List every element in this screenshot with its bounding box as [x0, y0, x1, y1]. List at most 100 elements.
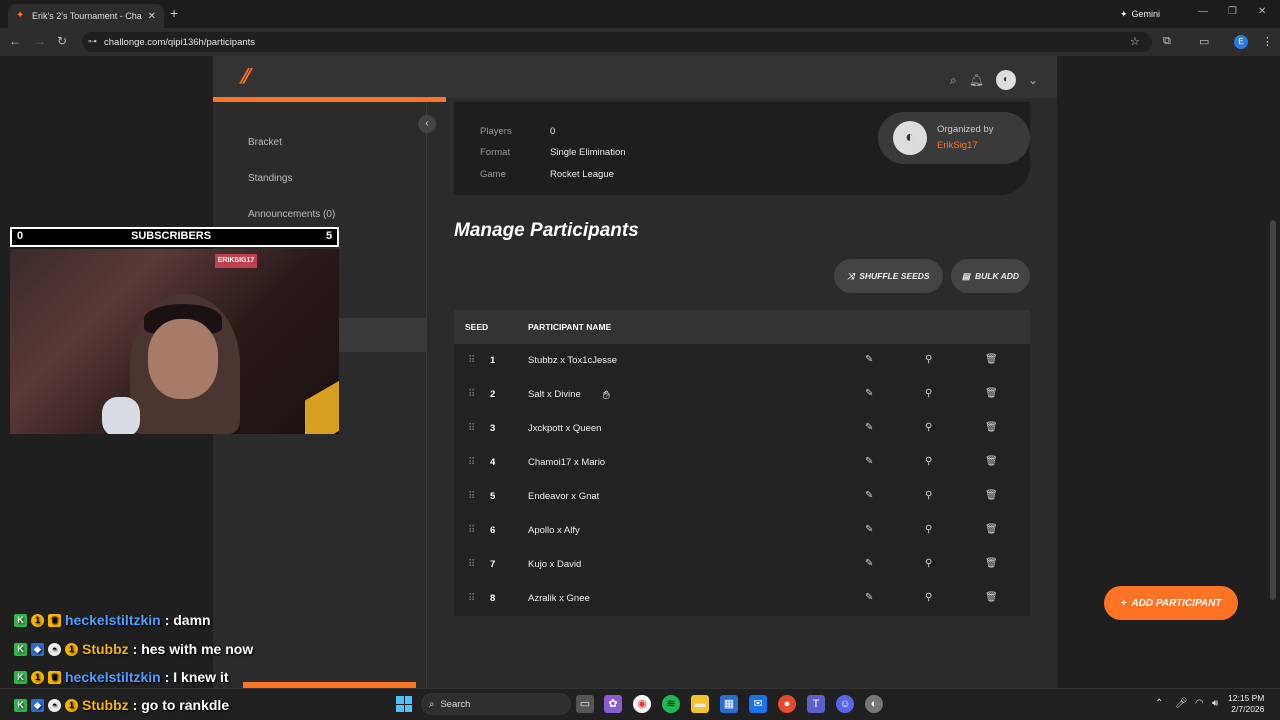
taskbar-search[interactable]: ⌕ Search [421, 693, 571, 715]
reload-icon[interactable]: ↻ [57, 34, 67, 48]
table-row[interactable]: ⠿ 6 Apollo x Alfy ✎ ⚲ 🗑︎ [454, 514, 1030, 548]
url-input[interactable]: challonge.com/qipi136h/participants [82, 32, 1152, 52]
organizer-name-link[interactable]: ErikSig17 [937, 140, 978, 151]
delete-icon[interactable]: 🗑︎ [985, 490, 998, 501]
bookmark-star-icon[interactable]: ☆ [1130, 35, 1140, 48]
wifi-icon[interactable]: ◠ [1195, 698, 1204, 709]
table-row[interactable]: ⠿ 3 Jxckpott x Queen ✎ ⚲ 🗑︎ [454, 412, 1030, 446]
edit-icon[interactable]: ✎ [865, 592, 873, 603]
discord-icon[interactable]: ☺ [836, 695, 854, 713]
user-icon[interactable]: ⚲ [925, 592, 932, 603]
sidebar-item-bracket[interactable]: Bracket [248, 137, 282, 148]
delete-icon[interactable]: 🗑︎ [985, 422, 998, 433]
windows-start-icon[interactable] [396, 696, 412, 712]
profile-avatar[interactable]: E [1234, 35, 1248, 49]
delete-icon[interactable]: 🗑︎ [985, 388, 998, 399]
participant-name: Chamoi17 x Mario [528, 457, 606, 468]
maximize-icon[interactable]: ❐ [1228, 6, 1237, 17]
drag-handle-icon[interactable]: ⠿ [468, 355, 475, 366]
tab-close-icon[interactable]: ✕ [148, 11, 156, 22]
user-icon[interactable]: ⚲ [925, 524, 932, 535]
gemini-button[interactable]: ✦ Gemini [1120, 6, 1160, 22]
delete-icon[interactable]: 🗑︎ [985, 524, 998, 535]
new-tab-button[interactable]: + [170, 5, 178, 21]
edit-icon[interactable]: ✎ [865, 558, 873, 569]
edit-icon[interactable]: ✎ [865, 354, 873, 365]
user-icon[interactable]: ⚲ [925, 388, 932, 399]
chrome-icon[interactable]: ◉ [633, 695, 651, 713]
tray-chevron-icon[interactable]: ⌃ [1155, 698, 1163, 709]
info-value: Rocket League [550, 169, 614, 180]
plus-icon: + [1120, 597, 1127, 609]
page-scrollbar[interactable] [1270, 220, 1276, 600]
cast-icon[interactable]: ▭ [1199, 35, 1209, 48]
chevron-down-icon[interactable]: ⌄ [1028, 73, 1038, 87]
mail-icon[interactable]: ✉ [749, 695, 767, 713]
bulk-add-button[interactable]: ▤ BULK ADD [951, 259, 1030, 293]
seed-number: 5 [490, 491, 496, 502]
edit-icon[interactable]: ✎ [865, 388, 873, 399]
drag-handle-icon[interactable]: ⠿ [468, 491, 475, 502]
user-icon[interactable]: ⚲ [925, 354, 932, 365]
app-icon[interactable]: ◐ [865, 695, 883, 713]
chat-message: K 1 ♛ heckelstiltzkin : I knew it [14, 666, 229, 688]
user-icon[interactable]: ⚲ [925, 422, 932, 433]
streamer-face [148, 319, 218, 399]
drag-handle-icon[interactable]: ⠿ [468, 457, 475, 468]
microphone-tray-icon[interactable]: 🎤︎ [1175, 698, 1188, 709]
teams-icon[interactable]: T [807, 695, 825, 713]
task-view-icon[interactable]: ▭ [576, 695, 594, 713]
minimize-icon[interactable]: — [1198, 6, 1208, 17]
user-avatar[interactable]: ◐ [995, 70, 1016, 90]
delete-icon[interactable]: 🗑︎ [985, 558, 998, 569]
table-row[interactable]: ⠿ 4 Chamoi17 x Mario ✎ ⚲ 🗑︎ [454, 446, 1030, 480]
table-row[interactable]: ⠿ 2 Salt x Divine ✎ ⚲ 🗑︎ [454, 378, 1030, 412]
file-explorer-icon[interactable]: ▬ [691, 695, 709, 713]
search-icon[interactable]: ⌕ [950, 73, 957, 88]
organizer-avatar[interactable]: ◐ [893, 121, 927, 155]
sidebar-item-announcements[interactable]: Announcements (0) [248, 209, 335, 220]
delete-icon[interactable]: 🗑︎ [985, 354, 998, 365]
forward-icon[interactable]: → [34, 34, 46, 48]
menu-dots-icon[interactable]: ⋮ [1262, 35, 1273, 48]
copilot-icon[interactable]: ✿ [604, 695, 622, 713]
edit-icon[interactable]: ✎ [865, 490, 873, 501]
taskbar-clock[interactable]: 12:15 PM 2/7/2026 [1228, 693, 1264, 715]
table-row[interactable]: ⠿ 7 Kujo x David ✎ ⚲ 🗑︎ [454, 548, 1030, 582]
delete-icon[interactable]: 🗑︎ [985, 456, 998, 467]
extensions-icon[interactable]: ⧉ [1163, 35, 1171, 48]
challonge-logo[interactable]: ⫽ [240, 66, 249, 89]
table-row[interactable]: ⠿ 1 Stubbz x Tox1cJesse ✎ ⚲ 🗑︎ [454, 344, 1030, 378]
back-icon[interactable]: ← [9, 34, 21, 48]
drag-handle-icon[interactable]: ⠿ [468, 593, 475, 604]
delete-icon[interactable]: 🗑︎ [985, 592, 998, 603]
participant-name: Stubbz x Tox1cJesse [528, 355, 618, 366]
add-participant-button[interactable]: + ADD PARTICIPANT [1104, 586, 1238, 620]
drag-handle-icon[interactable]: ⠿ [468, 423, 475, 434]
volume-icon[interactable]: 🔊︎ [1212, 698, 1218, 709]
participant-name: Kujo x David [528, 559, 582, 570]
store-icon[interactable]: ▦ [720, 695, 738, 713]
game-icon[interactable]: ● [778, 695, 796, 713]
spotify-icon[interactable]: ≋ [662, 695, 680, 713]
user-icon[interactable]: ⚲ [925, 456, 932, 467]
edit-icon[interactable]: ✎ [865, 456, 873, 467]
drag-handle-icon[interactable]: ⠿ [468, 525, 475, 536]
sidebar-item-standings[interactable]: Standings [248, 173, 292, 184]
site-info-icon[interactable]: ⊶ [88, 36, 97, 47]
info-label: Game [480, 169, 506, 180]
edit-icon[interactable]: ✎ [865, 422, 873, 433]
edit-icon[interactable]: ✎ [865, 524, 873, 535]
gemini-sparkle-icon: ✦ [1120, 8, 1128, 19]
sidebar-collapse-button[interactable]: ‹ [418, 115, 436, 133]
close-window-icon[interactable]: ✕ [1258, 6, 1266, 17]
table-row[interactable]: ⠿ 5 Endeavor x Gnat ✎ ⚲ 🗑︎ [454, 480, 1030, 514]
bell-icon[interactable]: 🔔︎ [969, 73, 984, 87]
drag-handle-icon[interactable]: ⠿ [468, 559, 475, 570]
browser-tab[interactable]: ✦ Erik's 2's Tournament - Challonge ✕ [8, 4, 164, 28]
shuffle-seeds-button[interactable]: ⤨ SHUFFLE SEEDS [834, 259, 943, 293]
table-row[interactable]: ⠿ 8 Azralik x Gnee ✎ ⚲ 🗑︎ [454, 582, 1030, 616]
drag-handle-icon[interactable]: ⠿ [468, 389, 475, 400]
user-icon[interactable]: ⚲ [925, 490, 932, 501]
user-icon[interactable]: ⚲ [925, 558, 932, 569]
